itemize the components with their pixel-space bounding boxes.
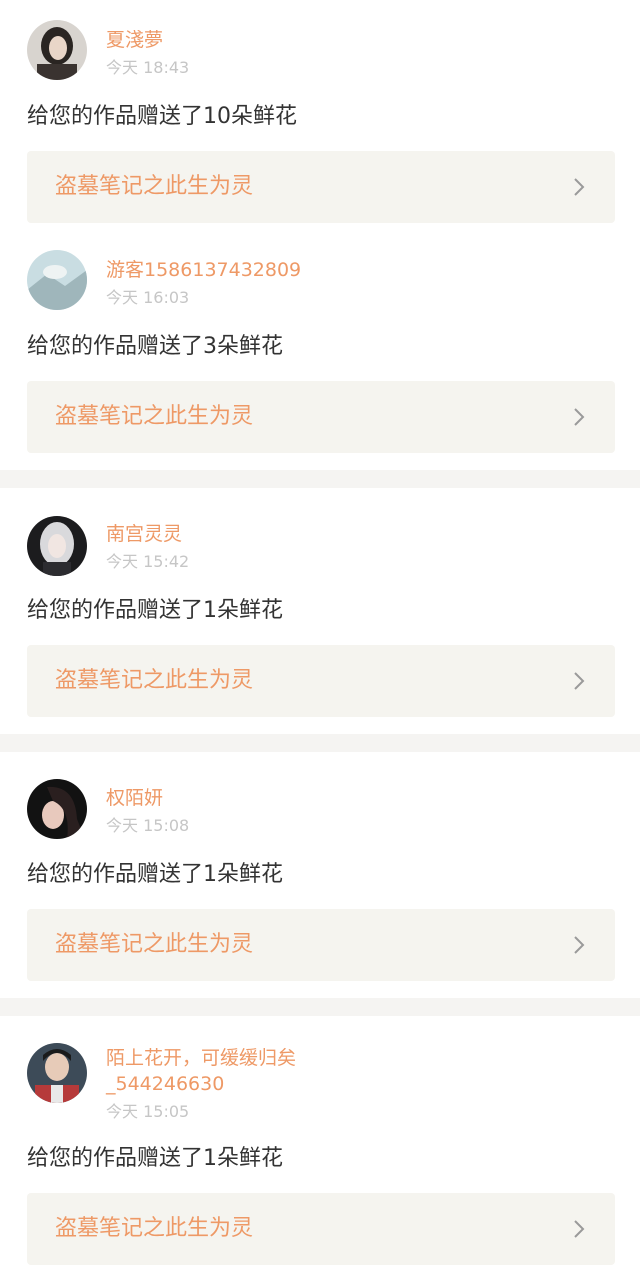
work-link[interactable]: 盗墓笔记之此生为灵 <box>27 645 615 717</box>
work-link[interactable]: 盗墓笔记之此生为灵 <box>27 909 615 981</box>
avatar[interactable] <box>27 250 87 310</box>
work-title: 盗墓笔记之此生为灵 <box>55 932 254 957</box>
gift-message: 给您的作品赠送了1朵鲜花 <box>27 598 283 623</box>
timestamp: 今天 15:42 <box>106 552 190 571</box>
avatar[interactable] <box>27 516 87 576</box>
user-avatar-icon <box>27 20 87 80</box>
chevron-right-icon <box>574 672 585 690</box>
user-name-line-2[interactable]: _544246630 <box>106 1072 224 1096</box>
user-avatar-icon <box>27 779 87 839</box>
user-name[interactable]: 夏淺夢 <box>106 28 163 52</box>
timestamp: 今天 16:03 <box>106 288 190 307</box>
user-name[interactable]: 南宫灵灵 <box>106 522 182 546</box>
user-name-line-1[interactable]: 陌上花开，可缓缓归矣 <box>106 1046 296 1070</box>
timestamp: 今天 15:08 <box>106 816 190 835</box>
chevron-right-icon <box>574 178 585 196</box>
list-item: 南宫灵灵 今天 15:42 给您的作品赠送了1朵鲜花 盗墓笔记之此生为灵 <box>0 488 640 734</box>
gift-message: 给您的作品赠送了3朵鲜花 <box>27 334 283 359</box>
gift-message: 给您的作品赠送了1朵鲜花 <box>27 862 283 887</box>
chevron-right-icon <box>574 408 585 426</box>
list-item: 夏淺夢 今天 18:43 给您的作品赠送了10朵鲜花 盗墓笔记之此生为灵 <box>0 0 640 232</box>
chevron-right-icon <box>574 1220 585 1238</box>
user-avatar-icon <box>27 250 87 310</box>
timestamp: 今天 18:43 <box>106 58 190 77</box>
timestamp: 今天 15:05 <box>106 1102 190 1121</box>
gift-message: 给您的作品赠送了1朵鲜花 <box>27 1146 283 1171</box>
work-title: 盗墓笔记之此生为灵 <box>55 668 254 693</box>
chevron-right-icon <box>574 936 585 954</box>
work-link[interactable]: 盗墓笔记之此生为灵 <box>27 151 615 223</box>
work-link[interactable]: 盗墓笔记之此生为灵 <box>27 1193 615 1265</box>
avatar[interactable] <box>27 779 87 839</box>
work-link[interactable]: 盗墓笔记之此生为灵 <box>27 381 615 453</box>
avatar[interactable] <box>27 20 87 80</box>
work-title: 盗墓笔记之此生为灵 <box>55 404 254 429</box>
work-title: 盗墓笔记之此生为灵 <box>55 1216 254 1241</box>
work-title: 盗墓笔记之此生为灵 <box>55 174 254 199</box>
list-item: 陌上花开，可缓缓归矣 _544246630 今天 15:05 给您的作品赠送了1… <box>0 1016 640 1276</box>
user-name[interactable]: 游客1586137432809 <box>106 258 301 282</box>
section-separator <box>0 734 640 752</box>
user-name[interactable]: 权陌妍 <box>106 786 163 810</box>
list-item: 权陌妍 今天 15:08 给您的作品赠送了1朵鲜花 盗墓笔记之此生为灵 <box>0 752 640 998</box>
user-avatar-icon <box>27 516 87 576</box>
user-avatar-icon <box>27 1043 87 1103</box>
section-separator <box>0 470 640 488</box>
avatar[interactable] <box>27 1043 87 1103</box>
list-item: 游客1586137432809 今天 16:03 给您的作品赠送了3朵鲜花 盗墓… <box>0 232 640 470</box>
gift-message: 给您的作品赠送了10朵鲜花 <box>27 104 297 129</box>
section-separator <box>0 998 640 1016</box>
